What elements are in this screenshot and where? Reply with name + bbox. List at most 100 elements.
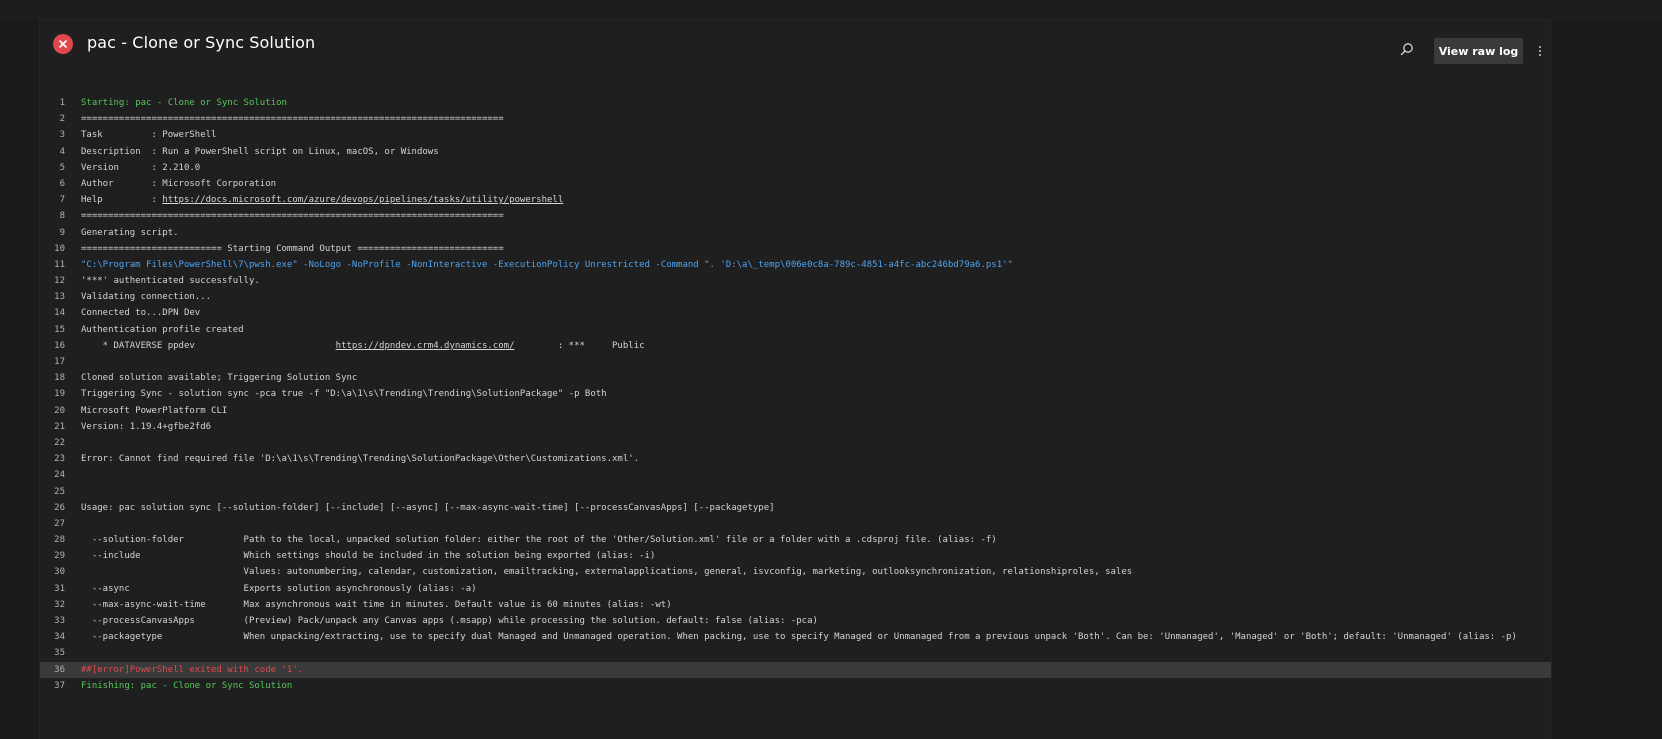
log-text: Values: autonumbering, calendar, customi…: [81, 564, 1133, 580]
log-text-segment: Author : Microsoft Corporation: [81, 178, 277, 189]
log-text-segment: Usage: pac solution sync [--solution-fol…: [81, 502, 775, 513]
log-text: Help : https://docs.microsoft.com/azure/…: [81, 192, 563, 208]
log-text-segment: Version : 2.210.0: [81, 162, 201, 173]
log-text: ========================================…: [81, 208, 504, 224]
log-line: 20 Microsoft PowerPlatform CLI: [40, 403, 1551, 419]
line-number[interactable]: 6: [40, 176, 65, 192]
log-line: 29 --include Which settings should be in…: [40, 548, 1551, 564]
log-line: 34 --packagetype When unpacking/extracti…: [40, 629, 1551, 645]
line-number[interactable]: 19: [40, 386, 65, 402]
line-number[interactable]: 26: [40, 500, 65, 516]
more-vertical-icon[interactable]: [1534, 40, 1546, 62]
line-number[interactable]: 37: [40, 678, 65, 694]
log-line: 8 =======================================…: [40, 208, 1551, 224]
log-text-segment: --solution-folder Path to the local, unp…: [81, 535, 997, 546]
log-line: 1 Starting: pac - Clone or Sync Solution: [40, 95, 1551, 111]
page-backdrop: [0, 0, 1662, 20]
log-text: Triggering Sync - solution sync -pca tru…: [81, 386, 607, 402]
line-number[interactable]: 28: [40, 532, 65, 548]
line-number[interactable]: 34: [40, 629, 65, 645]
line-number[interactable]: 3: [40, 127, 65, 143]
log-text-segment: "C:\Program Files\PowerShell\7\pwsh.exe"…: [81, 259, 1013, 270]
line-number[interactable]: 20: [40, 403, 65, 419]
log-line: 27: [40, 516, 1551, 532]
line-number[interactable]: 33: [40, 613, 65, 629]
line-number[interactable]: 22: [40, 435, 65, 451]
line-number[interactable]: 18: [40, 370, 65, 386]
line-number[interactable]: 2: [40, 111, 65, 127]
log-text: Cloned solution available; Triggering So…: [81, 370, 357, 386]
log-text: --packagetype When unpacking/extracting,…: [81, 629, 1517, 645]
log-line: 18 Cloned solution available; Triggering …: [40, 370, 1551, 386]
log-text-segment: Task : PowerShell: [81, 130, 217, 141]
log-text: * DATAVERSE ppdev https://dpndev.crm4.dy…: [81, 338, 645, 354]
line-number[interactable]: 23: [40, 451, 65, 467]
line-number[interactable]: 8: [40, 208, 65, 224]
log-text-segment: Connected to...DPN Dev: [81, 308, 201, 319]
log-link[interactable]: https://docs.microsoft.com/azure/devops/…: [162, 195, 563, 205]
line-number[interactable]: 30: [40, 564, 65, 580]
log-text-segment: --processCanvasApps (Preview) Pack/unpac…: [81, 616, 818, 626]
log-line: 4 Description : Run a PowerShell script o…: [40, 144, 1551, 160]
line-number[interactable]: 31: [40, 581, 65, 597]
dot: [1539, 46, 1541, 48]
line-number[interactable]: 17: [40, 354, 65, 370]
line-number[interactable]: 27: [40, 516, 65, 532]
line-number[interactable]: 21: [40, 419, 65, 435]
log-line: 36 ##[error]PowerShell exited with code '…: [40, 661, 1551, 678]
line-number[interactable]: 10: [40, 241, 65, 257]
line-number[interactable]: 9: [40, 225, 65, 241]
log-line: 15 Authentication profile created: [40, 322, 1551, 338]
log-text: Version : 2.210.0: [81, 160, 200, 176]
log-text: ##[error]PowerShell exited with code '1'…: [81, 662, 303, 678]
log-text: Starting: pac - Clone or Sync Solution: [81, 95, 287, 111]
line-number[interactable]: 32: [40, 597, 65, 613]
log-line: 14 Connected to...DPN Dev: [40, 305, 1551, 321]
log-text-segment: : *** Public: [514, 340, 645, 351]
line-number[interactable]: 15: [40, 322, 65, 338]
log-line: 24: [40, 467, 1551, 483]
log-text-segment: Microsoft PowerPlatform CLI: [81, 405, 228, 416]
log-line: 19 Triggering Sync - solution sync -pca t…: [40, 386, 1551, 402]
line-number[interactable]: 36: [40, 662, 65, 678]
log-text: '***' authenticated successfully.: [81, 273, 260, 289]
line-number[interactable]: 1: [40, 95, 65, 111]
log-link[interactable]: https://dpndev.crm4.dynamics.com/: [336, 341, 515, 351]
view-raw-log-button[interactable]: View raw log: [1434, 38, 1523, 64]
log-text-segment: Version: 1.19.4+gfbe2fd6: [81, 421, 212, 432]
line-number[interactable]: 14: [40, 305, 65, 321]
log-text-segment: --packagetype When unpacking/extracting,…: [81, 632, 1517, 643]
log-text-segment: '***' authenticated successfully.: [81, 276, 260, 287]
log-text-segment: --max-async-wait-time Max asynchronous w…: [81, 599, 672, 610]
log-header: pac - Clone or Sync Solution View raw lo…: [40, 20, 1551, 76]
log-text: Finishing: pac - Clone or Sync Solution: [81, 678, 292, 694]
log-text: --include Which settings should be inclu…: [81, 548, 656, 564]
log-line: 2 =======================================…: [40, 111, 1551, 127]
line-number[interactable]: 35: [40, 645, 65, 661]
log-line: 31 --async Exports solution asynchronous…: [40, 581, 1551, 597]
log-text-segment: Values: autonumbering, calendar, customi…: [81, 567, 1133, 578]
line-number[interactable]: 25: [40, 484, 65, 500]
line-number[interactable]: 4: [40, 144, 65, 160]
log-line: 11 "C:\Program Files\PowerShell\7\pwsh.ex…: [40, 257, 1551, 273]
line-number[interactable]: 29: [40, 548, 65, 564]
line-number[interactable]: 11: [40, 257, 65, 273]
log-line: 30 Values: autonumbering, calendar, cust…: [40, 564, 1551, 580]
line-number[interactable]: 7: [40, 192, 65, 208]
log-text-segment: ========================== Starting Comm…: [81, 243, 504, 254]
log-text: Error: Cannot find required file 'D:\a\1…: [81, 451, 639, 467]
log-text: Connected to...DPN Dev: [81, 305, 200, 321]
log-line: 25: [40, 484, 1551, 500]
line-number[interactable]: 13: [40, 289, 65, 305]
log-text: Microsoft PowerPlatform CLI: [81, 403, 227, 419]
line-number[interactable]: 24: [40, 467, 65, 483]
log-text-segment: --include Which settings should be inclu…: [81, 551, 656, 562]
log-text-segment: --async Exports solution asynchronously …: [81, 583, 477, 594]
log-line: 26 Usage: pac solution sync [--solution-f…: [40, 500, 1551, 516]
search-button[interactable]: [1396, 38, 1418, 60]
line-number[interactable]: 12: [40, 273, 65, 289]
log-line: 23 Error: Cannot find required file 'D:\a…: [40, 451, 1551, 467]
line-number[interactable]: 5: [40, 160, 65, 176]
line-number[interactable]: 16: [40, 338, 65, 354]
log-text: --max-async-wait-time Max asynchronous w…: [81, 597, 672, 613]
